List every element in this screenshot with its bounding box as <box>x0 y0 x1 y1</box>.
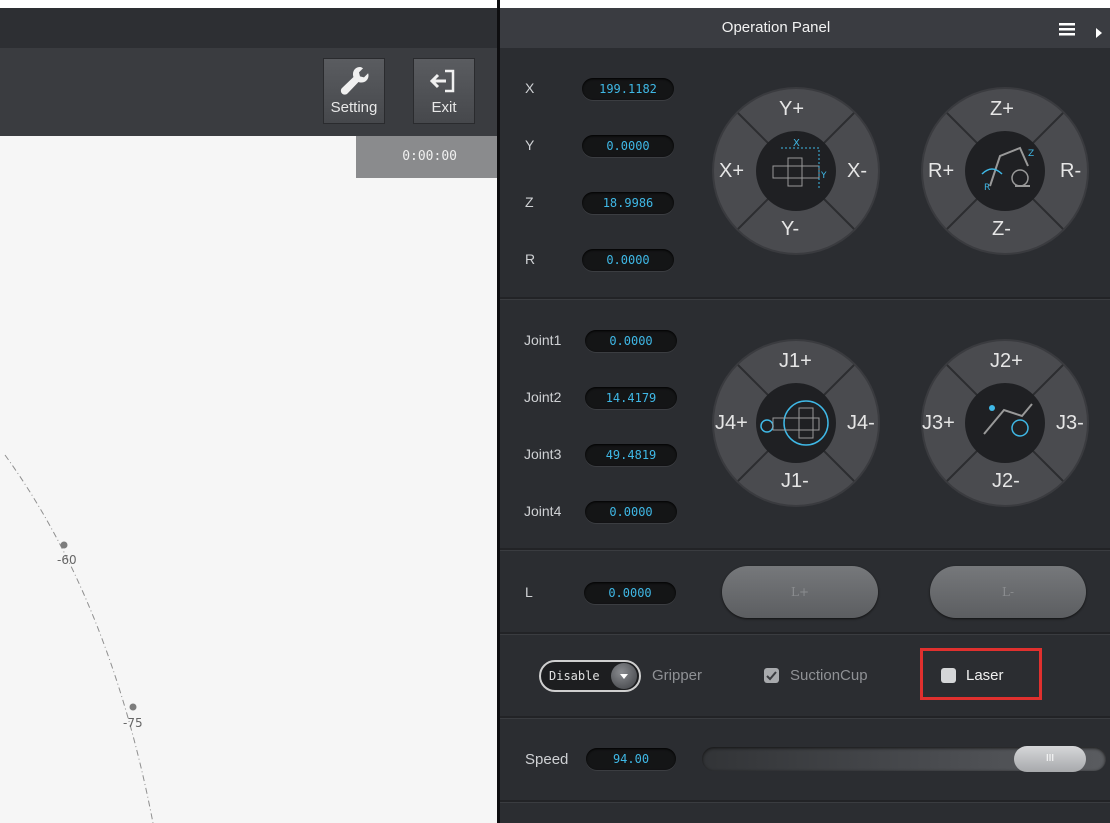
speed-slider-thumb[interactable]: III <box>1014 746 1086 772</box>
panel-titlebar: Operation Panel <box>500 8 1110 48</box>
y-label: Y <box>525 137 535 153</box>
joint4-label: Joint4 <box>524 503 562 519</box>
joint2-label: Joint2 <box>524 389 562 405</box>
z-value: 18.9986 <box>582 192 674 214</box>
r-label: R <box>525 251 536 267</box>
operation-panel: Operation Panel X 199.1182 Y 0.0000 Z 18… <box>500 0 1110 823</box>
j2-j3-jog-pad: J2+ J2- J3+ J3- <box>920 338 1090 508</box>
joint3-value: 49.4819 <box>585 444 677 466</box>
laser-checkbox[interactable] <box>941 668 956 683</box>
section-divider <box>500 716 1110 719</box>
collapse-arrow-icon[interactable] <box>1096 28 1102 38</box>
j3-minus-button[interactable]: J3- <box>1056 412 1084 435</box>
l-plus-button[interactable]: L+ <box>722 566 878 618</box>
x-minus-button[interactable]: X- <box>847 160 867 183</box>
j1-minus-button[interactable]: J1- <box>781 470 809 493</box>
x-plus-button[interactable]: X+ <box>719 160 744 183</box>
j1-j4-jog-pad: J1+ J1- J4+ J4- <box>711 338 881 508</box>
svg-text:R: R <box>984 183 990 193</box>
suction-cup-checkbox[interactable] <box>764 668 779 683</box>
r-minus-button[interactable]: R- <box>1060 160 1081 183</box>
chevron-down-icon <box>611 663 637 689</box>
laser-label: Laser <box>966 667 1004 684</box>
section-divider <box>500 297 1110 300</box>
x-value: 199.1182 <box>582 78 674 100</box>
z-minus-button[interactable]: Z- <box>992 218 1011 241</box>
joint1-label: Joint1 <box>524 332 562 348</box>
svg-text:X: X <box>793 138 800 149</box>
z-label: Z <box>525 194 534 210</box>
j1-plus-button[interactable]: J1+ <box>779 350 812 373</box>
tick-label-75: -75 <box>123 716 143 730</box>
speed-slider[interactable]: III <box>702 746 1106 772</box>
l-minus-button[interactable]: L- <box>930 566 1086 618</box>
checkmark-icon <box>766 671 777 681</box>
xy-jog-pad: X Y Y+ Y- X+ X- <box>711 86 881 256</box>
l-value: 0.0000 <box>584 582 676 604</box>
z-plus-button[interactable]: Z+ <box>990 98 1014 121</box>
j2-minus-button[interactable]: J2- <box>992 470 1020 493</box>
mode-value: Disable <box>549 669 600 683</box>
tick-label-60: -60 <box>57 553 77 567</box>
joint2-value: 14.4179 <box>585 387 677 409</box>
x-label: X <box>525 80 535 96</box>
menu-icon[interactable] <box>1059 22 1075 36</box>
j4-plus-button[interactable]: J4+ <box>715 412 748 435</box>
speed-label: Speed <box>525 751 569 768</box>
workspace-pane: Setting Exit 0:00:00 -60 -75 <box>0 0 497 823</box>
arc-point-60 <box>60 541 68 549</box>
workspace-arc <box>4 454 154 823</box>
r-plus-button[interactable]: R+ <box>928 160 954 183</box>
y-plus-button[interactable]: Y+ <box>779 98 804 121</box>
panel-title: Operation Panel <box>721 19 831 36</box>
r-value: 0.0000 <box>582 249 674 271</box>
end-effector-mode-dropdown[interactable]: Disable <box>539 660 641 692</box>
arc-point-75 <box>129 703 137 711</box>
section-divider <box>500 632 1110 635</box>
gripper-label[interactable]: Gripper <box>652 667 702 684</box>
zr-jog-pad: R Z Z+ Z- R+ R- <box>920 86 1090 256</box>
section-divider <box>500 800 1110 803</box>
joint4-value: 0.0000 <box>585 501 677 523</box>
speed-value: 94.00 <box>586 748 676 770</box>
svg-text:Z: Z <box>1028 149 1034 159</box>
y-value: 0.0000 <box>582 135 674 157</box>
section-divider <box>500 548 1110 551</box>
suction-cup-label: SuctionCup <box>790 667 868 684</box>
joint3-label: Joint3 <box>524 446 562 462</box>
j3-plus-button[interactable]: J3+ <box>922 412 955 435</box>
l-label: L <box>525 584 533 600</box>
j4-minus-button[interactable]: J4- <box>847 412 875 435</box>
panel-top-strip <box>500 0 1110 8</box>
y-minus-button[interactable]: Y- <box>781 218 799 241</box>
joint1-value: 0.0000 <box>585 330 677 352</box>
svg-text:Y: Y <box>820 171 827 181</box>
j2-plus-button[interactable]: J2+ <box>990 350 1023 373</box>
